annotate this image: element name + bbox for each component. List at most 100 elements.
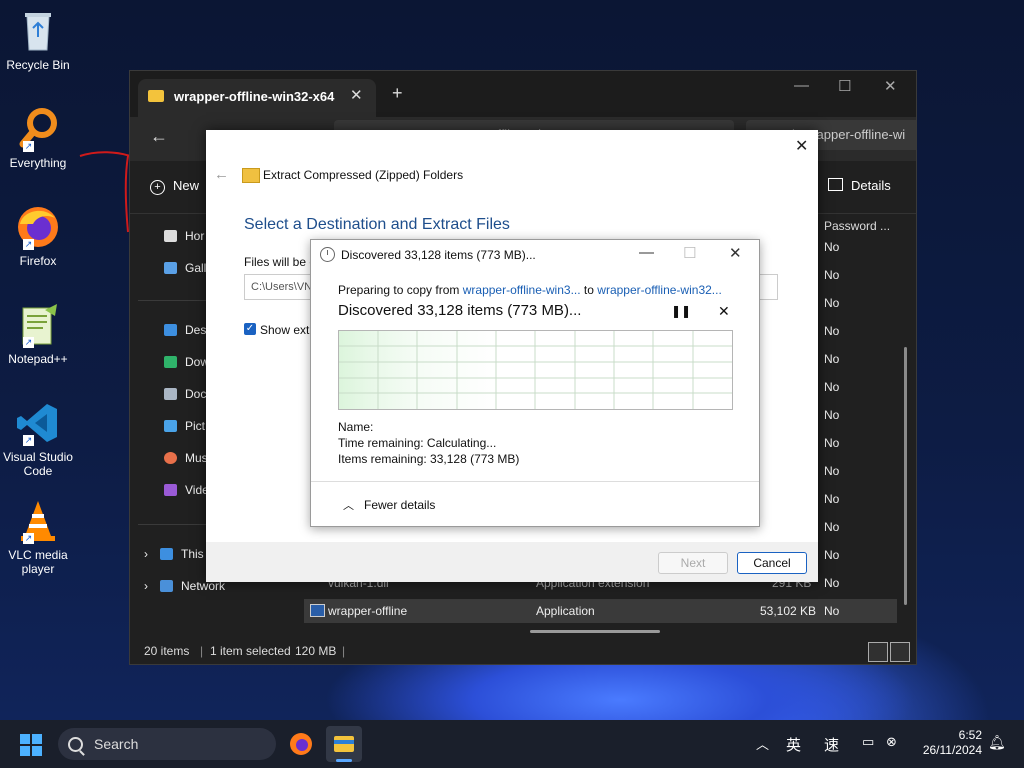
new-tab-button[interactable]: + xyxy=(392,83,403,104)
download-icon xyxy=(164,356,177,368)
desktop-icon-everything[interactable]: ↗ Everything xyxy=(2,106,74,170)
taskbar-file-explorer[interactable] xyxy=(326,726,362,762)
desktop-icon-label: Code xyxy=(23,464,53,478)
sidebar-item-label: Doc xyxy=(185,387,207,401)
vlc-icon: ↗ xyxy=(15,498,61,544)
sidebar-item-gallery[interactable]: Gall xyxy=(164,261,206,275)
desktop-icon-label: Notepad++ xyxy=(8,352,68,366)
desktop-icon-notepad-plus-plus[interactable]: ↗ Notepad++ xyxy=(2,302,74,366)
shortcut-arrow-icon: ↗ xyxy=(23,435,34,446)
network-icon[interactable]: ▭ xyxy=(862,734,874,750)
file-name-cell: wrapper-offline xyxy=(328,604,408,618)
sidebar-item-pictures[interactable]: Pict xyxy=(164,419,205,433)
minimize-button[interactable]: — xyxy=(639,244,654,261)
close-button[interactable]: ✕ xyxy=(884,77,897,95)
preparing-text: Preparing to copy from xyxy=(338,283,460,297)
destination-link[interactable]: wrapper-offline-win32... xyxy=(597,283,722,297)
home-icon xyxy=(164,230,177,242)
vscode-icon: ↗ xyxy=(15,400,61,446)
status-divider: | xyxy=(342,644,346,658)
desktop-icon-vscode[interactable]: ↗ Visual Studio Code xyxy=(2,400,74,478)
taskbar-firefox[interactable] xyxy=(283,726,319,762)
source-link[interactable]: wrapper-offline-win3... xyxy=(463,283,581,297)
taskbar-search-label: Search xyxy=(94,736,139,752)
sidebar-item-music[interactable]: Mus xyxy=(164,451,208,465)
windows-logo-icon xyxy=(32,734,42,744)
shortcut-arrow-icon: ↗ xyxy=(23,141,34,152)
music-icon xyxy=(164,452,177,464)
sidebar-item-desktop[interactable]: Desi xyxy=(164,323,209,337)
details-button[interactable]: Details xyxy=(828,178,891,193)
maximize-button: ☐ xyxy=(683,245,697,262)
ime-mode-indicator[interactable]: 速 xyxy=(824,734,839,755)
pause-button[interactable]: ❚❚ xyxy=(671,304,691,318)
desktop-icon-label: Firefox xyxy=(19,254,57,268)
taskbar: Search ︿ 英 速 ▭ ⊗ 6:52 26/11/2024 🔔︎ xyxy=(0,720,1024,768)
network-icon xyxy=(160,580,173,592)
new-button-label: New xyxy=(173,178,200,193)
large-icons-view-button[interactable] xyxy=(890,642,910,662)
minimize-button[interactable]: — xyxy=(794,77,809,94)
chevron-up-icon[interactable]: ︿ xyxy=(756,734,769,753)
password-cell: No xyxy=(824,548,840,562)
back-arrow-icon[interactable]: ← xyxy=(214,166,229,183)
cancel-copy-button[interactable]: ✕ xyxy=(718,303,730,320)
column-header-password[interactable]: Password ... xyxy=(824,219,890,233)
ime-language-indicator[interactable]: 英 xyxy=(786,734,801,755)
sidebar-item-downloads[interactable]: Dow xyxy=(164,355,209,369)
file-size-cell: 53,102 KB xyxy=(760,604,817,618)
clock-time: 6:52 xyxy=(958,728,982,742)
desktop-icon xyxy=(164,324,177,336)
copy-source-destination: Preparing to copy from wrapper-offline-w… xyxy=(338,283,722,297)
back-arrow-icon[interactable]: ← xyxy=(150,126,168,147)
sidebar-item-label: Gall xyxy=(185,261,207,275)
close-icon[interactable]: ✕ xyxy=(795,136,808,156)
system-clock[interactable]: 6:52 26/11/2024 xyxy=(914,728,982,758)
clock-icon xyxy=(320,247,335,262)
to-text: to xyxy=(583,283,594,297)
volume-muted-icon[interactable]: ⊗ xyxy=(886,734,897,750)
desktop-icon-firefox[interactable]: ↗ Firefox xyxy=(2,204,74,268)
desktop-icon-label: Everything xyxy=(9,156,67,170)
fewer-details-toggle[interactable]: ︿ Fewer details xyxy=(343,497,435,513)
password-cell: No xyxy=(824,324,840,338)
password-cell: No xyxy=(824,380,840,394)
copy-progress-dialog: Discovered 33,128 items (773 MB)... — ☐ … xyxy=(310,239,760,527)
cancel-button[interactable]: Cancel xyxy=(737,552,807,574)
windows-logo-icon xyxy=(20,734,30,744)
password-cell: No xyxy=(824,352,840,366)
show-files-checkbox[interactable]: ✓ xyxy=(244,323,256,335)
wizard-title: Extract Compressed (Zipped) Folders xyxy=(263,168,464,182)
progress-dialog-title: Discovered 33,128 items (773 MB)... xyxy=(341,248,536,262)
horizontal-scrollbar[interactable] xyxy=(530,630,660,633)
tab-title: wrapper-offline-win32-x64 xyxy=(174,89,335,104)
gallery-icon xyxy=(164,262,177,274)
sidebar-item-this-pc[interactable]: › This xyxy=(144,547,204,561)
details-view-button[interactable] xyxy=(868,642,888,662)
wizard-heading: Select a Destination and Extract Files xyxy=(244,216,510,233)
close-button[interactable]: ✕ xyxy=(729,244,742,262)
new-button[interactable]: + New xyxy=(150,178,199,195)
vertical-scrollbar[interactable] xyxy=(904,347,907,605)
notification-bell-icon[interactable]: 🔔︎ xyxy=(988,734,1006,751)
sidebar-item-documents[interactable]: Doc xyxy=(164,387,206,401)
desktop-icon-label: player xyxy=(21,562,55,576)
maximize-button[interactable]: ☐ xyxy=(838,77,851,95)
desktop-icon-vlc[interactable]: ↗ VLC media player xyxy=(2,498,74,576)
start-button[interactable] xyxy=(20,734,42,756)
status-item-count: 20 items xyxy=(144,644,190,658)
explorer-tab[interactable]: wrapper-offline-win32-x64 ✕ xyxy=(138,79,376,117)
sidebar-item-home[interactable]: Hor xyxy=(164,229,204,243)
file-explorer-icon xyxy=(334,736,354,752)
sidebar-item-videos[interactable]: Vide xyxy=(164,483,209,497)
next-button[interactable]: Next xyxy=(658,552,728,574)
status-selected-size: 120 MB xyxy=(295,644,337,658)
chevron-right-icon: › xyxy=(144,547,148,561)
application-icon xyxy=(310,604,325,617)
tab-close-icon[interactable]: ✕ xyxy=(350,86,363,104)
desktop-icon-label: Recycle Bin xyxy=(6,58,70,72)
taskbar-search[interactable]: Search xyxy=(58,728,276,760)
password-cell: No xyxy=(824,604,840,618)
windows-logo-icon xyxy=(20,746,30,756)
desktop-icon-recycle-bin[interactable]: Recycle Bin xyxy=(2,8,74,72)
